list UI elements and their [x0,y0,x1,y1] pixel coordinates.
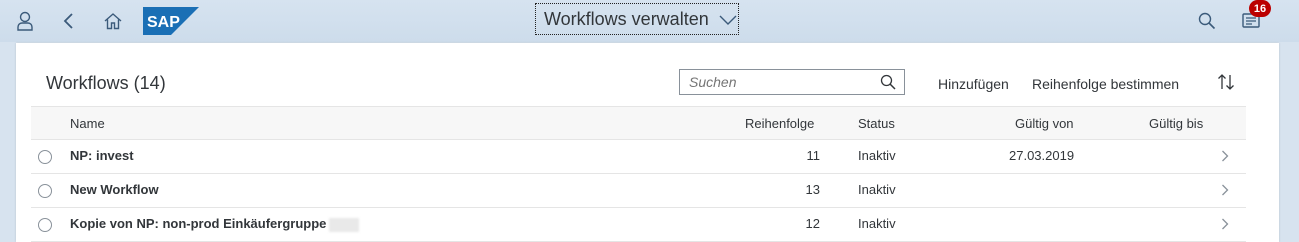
add-button[interactable]: Hinzufügen [938,76,1009,92]
sort-icon[interactable] [1216,72,1236,97]
row-select-radio[interactable] [38,218,52,232]
table-title: Workflows (14) [46,73,166,93]
search-icon[interactable] [880,74,896,90]
workflow-status: Inaktiv [858,148,896,163]
column-header-name[interactable]: Name [70,116,105,131]
workflow-name: Kopie von NP: non-prod Einkäufergruppe [70,216,327,231]
workflow-name-cell: Kopie von NP: non-prod Einkäufergruppe [70,216,360,232]
row-select-radio[interactable] [38,184,52,198]
column-header-valid-to[interactable]: Gültig bis [1149,116,1203,131]
column-header-valid-from[interactable]: Gültig von [1015,116,1074,131]
app-title: Workflows verwalten [544,8,709,29]
svg-text:SAP: SAP [147,14,180,31]
table-header: Name Reihenfolge Status Gültig von Gülti… [31,106,1246,140]
workflow-name: NP: invest [70,148,134,163]
workflow-valid-from: 27.03.2019 [1009,148,1075,163]
workflows-table: Name Reihenfolge Status Gültig von Gülti… [31,106,1246,242]
home-icon[interactable] [98,6,128,36]
row-select-radio[interactable] [38,150,52,164]
chevron-right-icon[interactable] [1221,218,1229,230]
redacted-text [329,217,360,232]
chevron-right-icon[interactable] [1221,150,1229,162]
search-input[interactable] [680,73,871,91]
search-icon[interactable] [1192,6,1222,36]
table-row[interactable]: Kopie von NP: non-prod Einkäufergruppe 1… [31,208,1246,242]
workflow-status: Inaktiv [858,216,896,231]
shell-bar: SAP Workflows verwalten 16 [0,0,1299,42]
column-header-status[interactable]: Status [858,116,895,131]
table-row[interactable]: New Workflow 13 Inaktiv [31,174,1246,208]
user-icon[interactable] [10,6,40,36]
notification-badge: 16 [1249,0,1271,17]
column-header-order[interactable]: Reihenfolge [745,116,814,131]
workflow-order: 12 [805,216,820,231]
chevron-right-icon[interactable] [1221,184,1229,196]
workflow-order: 11 [806,148,821,163]
workflows-panel: Workflows (14) Hinzufügen Reihenfolge be… [16,43,1279,242]
back-icon[interactable] [54,6,84,36]
workflow-order: 13 [805,182,820,197]
app-title-menu[interactable]: Workflows verwalten [535,3,739,35]
search-field[interactable] [679,69,905,95]
workflow-name: New Workflow [70,182,159,197]
workflow-status: Inaktiv [858,182,896,197]
sap-logo: SAP [143,7,199,35]
set-order-button[interactable]: Reihenfolge bestimmen [1032,76,1179,92]
table-row[interactable]: NP: invest 11 Inaktiv 27.03.2019 [31,140,1246,174]
chevron-down-icon [719,15,737,25]
